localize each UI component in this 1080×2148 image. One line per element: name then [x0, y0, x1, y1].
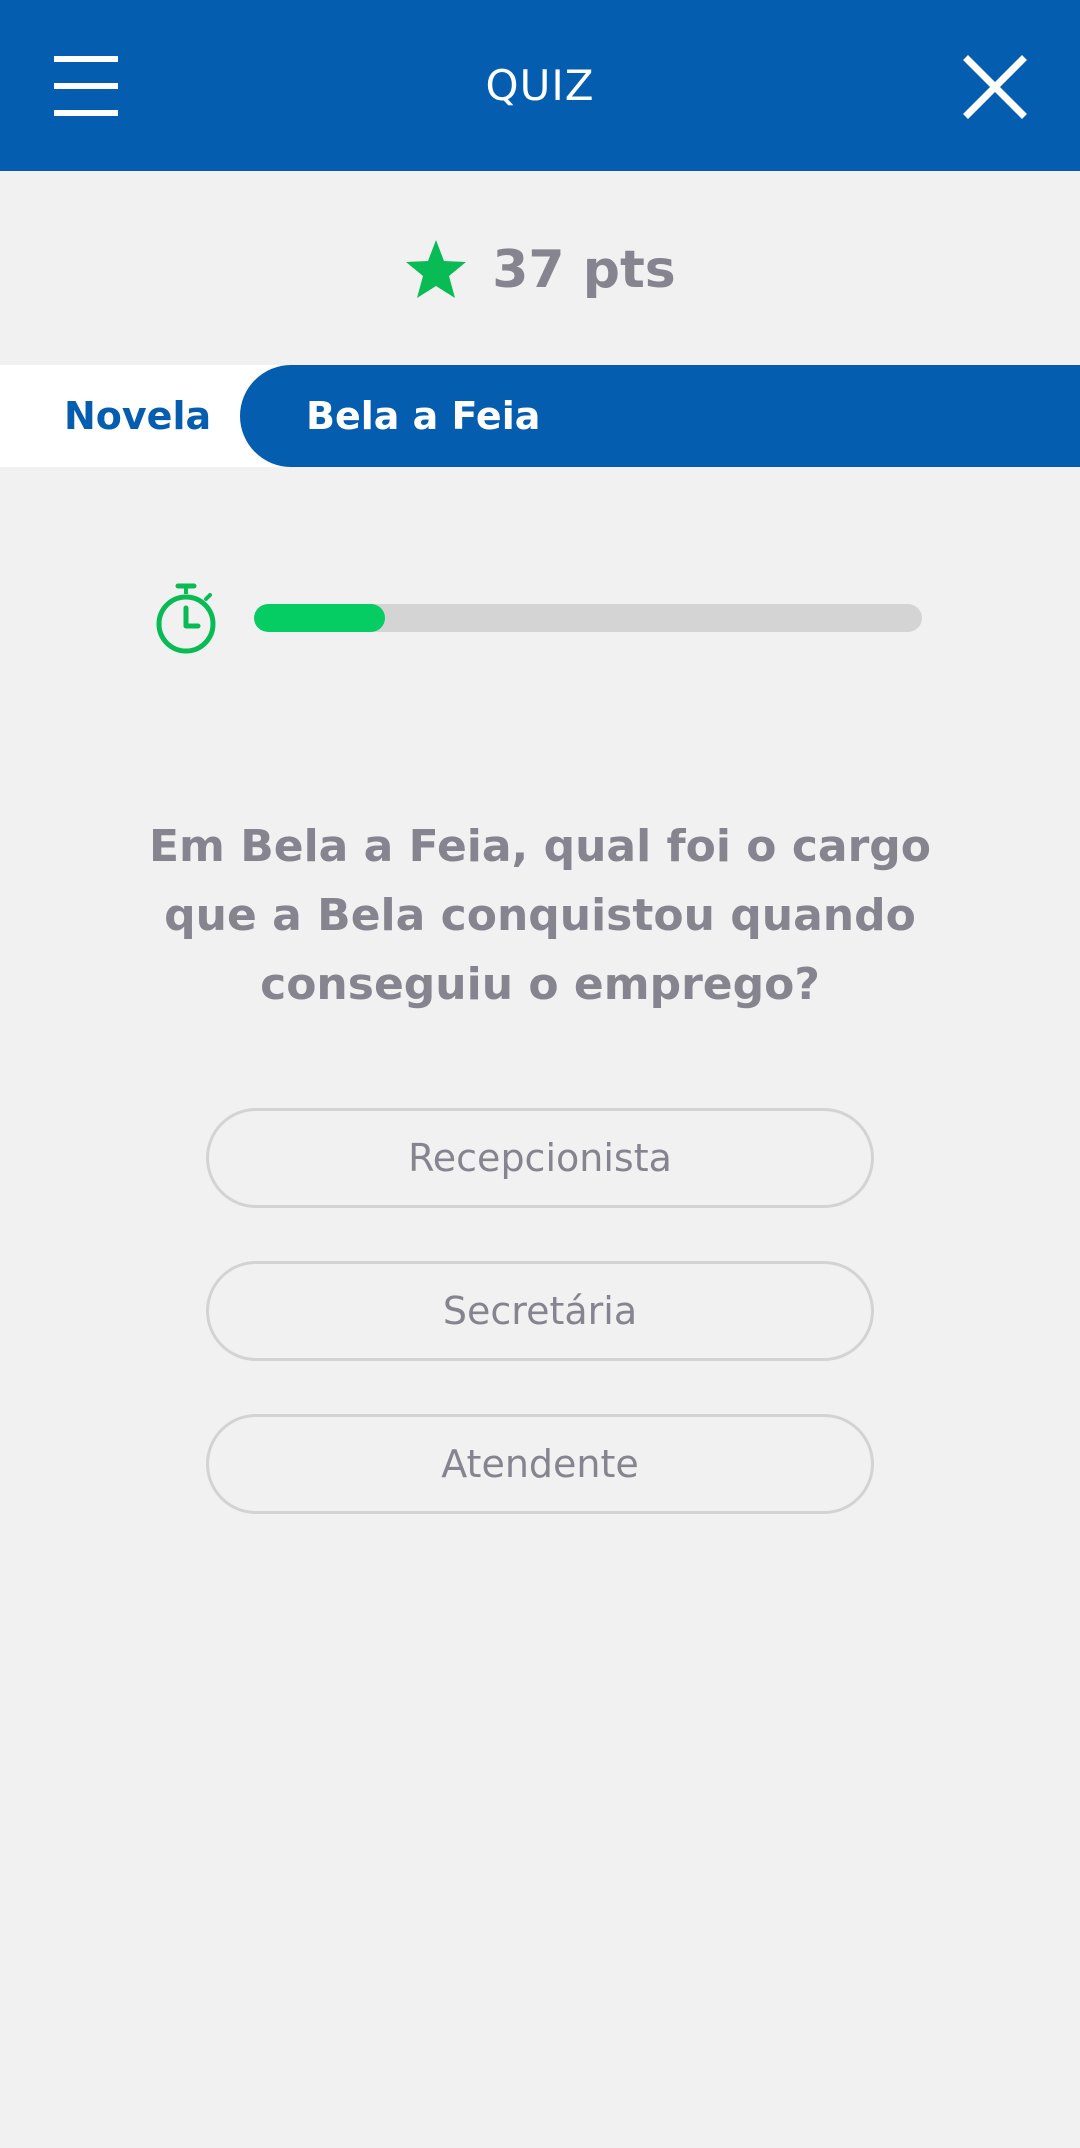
page-title: QUIZ — [485, 61, 595, 110]
question-text: Em Bela a Feia, qual foi o cargo que a B… — [148, 821, 932, 1010]
answer-option[interactable]: Recepcionista — [206, 1108, 874, 1208]
category-title: Bela a Feia — [240, 365, 1080, 467]
hamburger-menu-icon[interactable] — [48, 56, 124, 116]
score-display: 37 pts — [0, 230, 1080, 310]
star-icon — [406, 240, 467, 298]
menu-line — [54, 83, 118, 89]
close-icon[interactable] — [960, 52, 1030, 122]
answer-option[interactable]: Atendente — [206, 1414, 874, 1514]
timer-progress-fill — [254, 604, 385, 632]
answer-option[interactable]: Secretária — [206, 1261, 874, 1361]
quiz-screen: QUIZ 37 pts Novela Bela a Feia Em Bela a… — [0, 0, 1080, 2148]
score-points: 37 pts — [492, 240, 676, 300]
menu-line — [54, 110, 118, 116]
timer-progress-bar — [254, 604, 922, 632]
app-header: QUIZ — [0, 0, 1080, 171]
category-label: Novela — [0, 365, 280, 467]
menu-line — [54, 56, 118, 62]
stopwatch-icon — [156, 583, 216, 654]
category-bar: Novela Bela a Feia — [0, 365, 1080, 467]
